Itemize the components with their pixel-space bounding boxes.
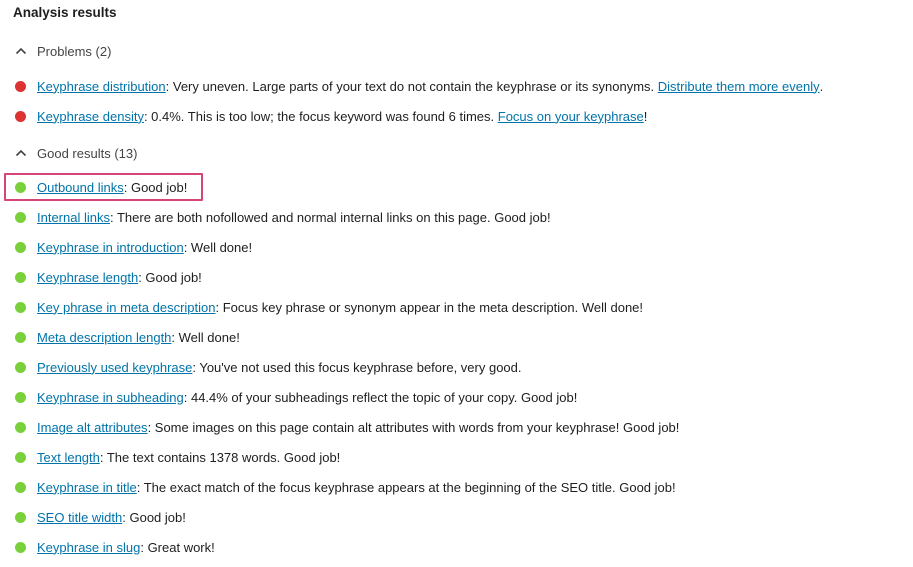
good-result-item: Image alt attributes: Some images on thi…	[15, 417, 679, 437]
good-result-item: Keyphrase in slug: Great work!	[15, 537, 215, 557]
problem-text: : Very uneven. Large parts of your text …	[165, 78, 658, 94]
problem-text: : 0.4%. This is too low; the focus keywo…	[143, 108, 498, 124]
problem-item: Keyphrase distribution : Very uneven. La…	[15, 76, 823, 96]
problem-tail: .	[819, 78, 824, 94]
good-result-item: SEO title width: Good job!	[15, 507, 186, 527]
green-bullet-icon	[15, 511, 26, 523]
good-result-text: : Some images on this page contain alt a…	[147, 419, 680, 435]
good-result-text: : 44.4% of your subheadings reflect the …	[183, 389, 578, 405]
good-result-item: Keyphrase in introduction: Well done!	[15, 237, 252, 257]
good-result-item: Keyphrase in subheading: 44.4% of your s…	[15, 387, 577, 407]
green-bullet-icon	[15, 421, 26, 433]
good-result-link[interactable]: Keyphrase in title	[37, 480, 137, 495]
good-result-link[interactable]: Image alt attributes	[37, 420, 148, 435]
good-result-text: : Well done!	[171, 329, 240, 345]
good-result-item: Key phrase in meta description: Focus ke…	[15, 297, 643, 317]
green-bullet-icon	[15, 211, 26, 223]
green-bullet-icon	[15, 301, 26, 313]
analysis-results-heading: Analysis results	[13, 5, 117, 20]
good-result-item: Text length: The text contains 1378 word…	[15, 447, 340, 467]
green-bullet-icon	[15, 361, 26, 373]
good-result-text: : The exact match of the focus keyphrase…	[136, 479, 676, 495]
problem-link[interactable]: Keyphrase distribution	[37, 79, 166, 94]
good-result-item: Previously used keyphrase: You've not us…	[15, 357, 522, 377]
green-bullet-icon	[15, 541, 26, 553]
good-result-link[interactable]: Keyphrase length	[37, 270, 138, 285]
problem-link[interactable]: Keyphrase density	[37, 109, 144, 124]
chevron-up-icon	[14, 146, 28, 160]
red-bullet-icon	[15, 80, 26, 92]
good-results-label: Good results (13)	[37, 145, 138, 161]
red-bullet-icon	[15, 110, 26, 122]
problem-item: Keyphrase density : 0.4%. This is too lo…	[15, 106, 647, 126]
good-result-link[interactable]: Internal links	[37, 210, 110, 225]
good-result-text: : Great work!	[140, 539, 215, 555]
problems-label: Problems (2)	[37, 43, 112, 59]
chevron-up-icon	[14, 44, 28, 58]
problems-toggle[interactable]: Problems (2)	[14, 41, 111, 61]
good-result-link[interactable]: Meta description length	[37, 330, 171, 345]
good-result-link[interactable]: Keyphrase in subheading	[37, 390, 184, 405]
green-bullet-icon	[15, 181, 26, 193]
good-result-text: : There are both nofollowed and normal i…	[109, 209, 551, 225]
good-result-link[interactable]: SEO title width	[37, 510, 122, 525]
good-result-link[interactable]: Keyphrase in slug	[37, 540, 140, 555]
good-result-text: : Good job!	[123, 179, 188, 195]
good-result-text: : Good job!	[122, 509, 186, 525]
good-result-item: Meta description length: Well done!	[15, 327, 240, 347]
good-result-link[interactable]: Keyphrase in introduction	[37, 240, 184, 255]
problem-action-link[interactable]: Distribute them more evenly	[658, 79, 820, 94]
green-bullet-icon	[15, 241, 26, 253]
good-result-item: Keyphrase in title: The exact match of t…	[15, 477, 676, 497]
green-bullet-icon	[15, 481, 26, 493]
problem-action-link[interactable]: Focus on your keyphrase	[498, 109, 644, 124]
good-result-item: Internal links: There are both nofollowe…	[15, 207, 551, 227]
green-bullet-icon	[15, 331, 26, 343]
good-results-toggle[interactable]: Good results (13)	[14, 143, 137, 163]
good-result-item: Keyphrase length: Good job!	[15, 267, 202, 287]
good-result-link[interactable]: Previously used keyphrase	[37, 360, 192, 375]
good-result-item: Outbound links: Good job!	[15, 177, 187, 197]
green-bullet-icon	[15, 271, 26, 283]
green-bullet-icon	[15, 391, 26, 403]
good-result-link[interactable]: Text length	[37, 450, 100, 465]
good-result-text: : Good job!	[138, 269, 202, 285]
good-result-text: : Well done!	[183, 239, 253, 255]
good-result-link[interactable]: Outbound links	[37, 180, 124, 195]
green-bullet-icon	[15, 451, 26, 463]
problem-tail: !	[643, 108, 648, 124]
good-result-text: : Focus key phrase or synonym appear in …	[215, 299, 644, 315]
good-result-link[interactable]: Key phrase in meta description	[37, 300, 215, 315]
good-result-text: : The text contains 1378 words. Good job…	[99, 449, 341, 465]
good-result-text: : You've not used this focus keyphrase b…	[192, 359, 522, 375]
